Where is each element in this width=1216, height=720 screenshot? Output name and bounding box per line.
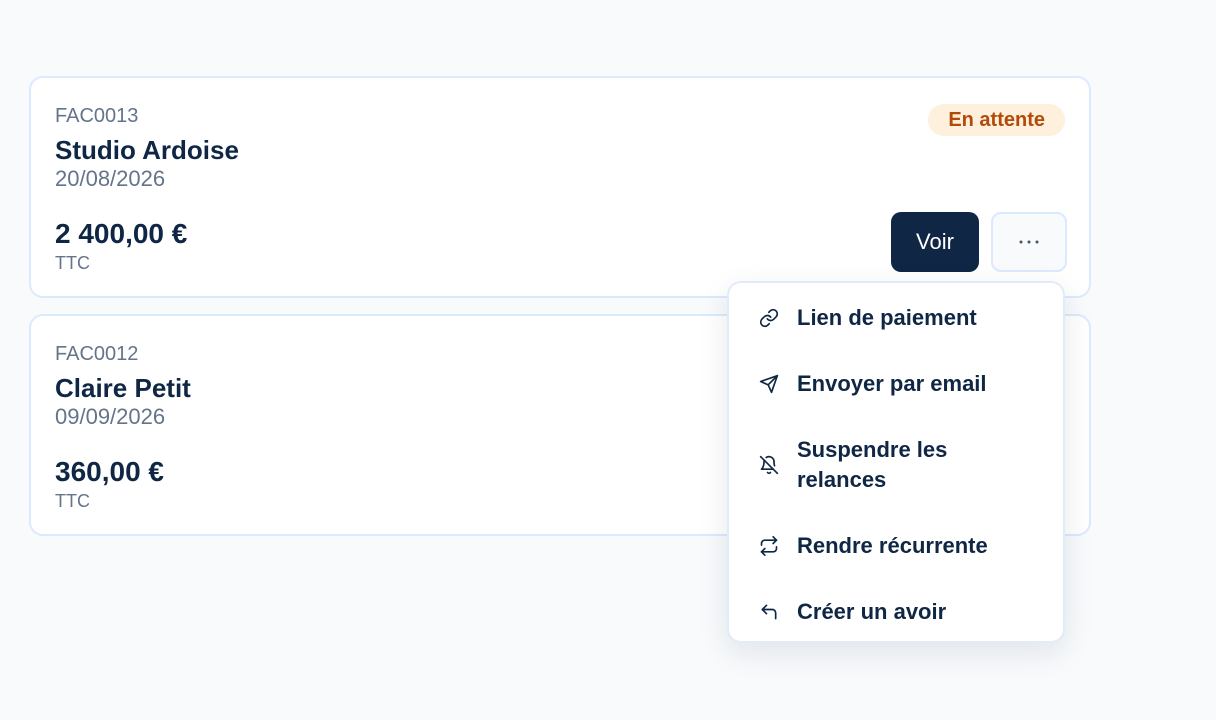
invoice-card: FAC0013 Studio Ardoise 20/08/2026 2 400,… — [29, 76, 1091, 298]
menu-item-create-credit-note[interactable]: Créer un avoir — [729, 597, 1063, 627]
menu-item-make-recurring[interactable]: Rendre récurrente — [729, 531, 1063, 561]
tax-label: TTC — [55, 253, 90, 273]
invoice-amount: 2 400,00 € — [55, 218, 188, 249]
invoice-date: 09/09/2026 — [55, 404, 166, 429]
invoice-number: FAC0012 — [55, 343, 139, 365]
send-icon — [757, 372, 781, 396]
menu-item-send-email[interactable]: Envoyer par email — [729, 369, 1063, 399]
repeat-icon — [757, 534, 781, 558]
invoice-date: 20/08/2026 — [55, 166, 166, 191]
client-name: Claire Petit — [55, 373, 191, 403]
status-badge: En attente — [928, 104, 1065, 136]
menu-item-suspend-reminders[interactable]: Suspendre les relances — [729, 435, 1063, 495]
menu-item-label: Envoyer par email — [797, 371, 987, 396]
link-icon — [757, 306, 781, 330]
actions-dropdown-menu: Lien de paiement Envoyer par email Suspe… — [727, 281, 1065, 643]
menu-item-label: Lien de paiement — [797, 305, 977, 330]
invoice-amount: 360,00 € — [55, 456, 164, 487]
more-horizontal-icon — [1019, 240, 1039, 244]
menu-item-label: Rendre récurrente — [797, 533, 988, 558]
view-button[interactable]: Voir — [891, 212, 979, 272]
more-actions-button[interactable] — [991, 212, 1067, 272]
invoice-number: FAC0013 — [55, 105, 139, 127]
client-name: Studio Ardoise — [55, 135, 239, 165]
bell-off-icon — [757, 453, 781, 477]
tax-label: TTC — [55, 491, 90, 511]
menu-item-payment-link[interactable]: Lien de paiement — [729, 303, 1063, 333]
menu-item-label: Créer un avoir — [797, 599, 947, 624]
menu-item-label: Suspendre les relances — [797, 437, 948, 492]
undo-icon — [757, 600, 781, 624]
